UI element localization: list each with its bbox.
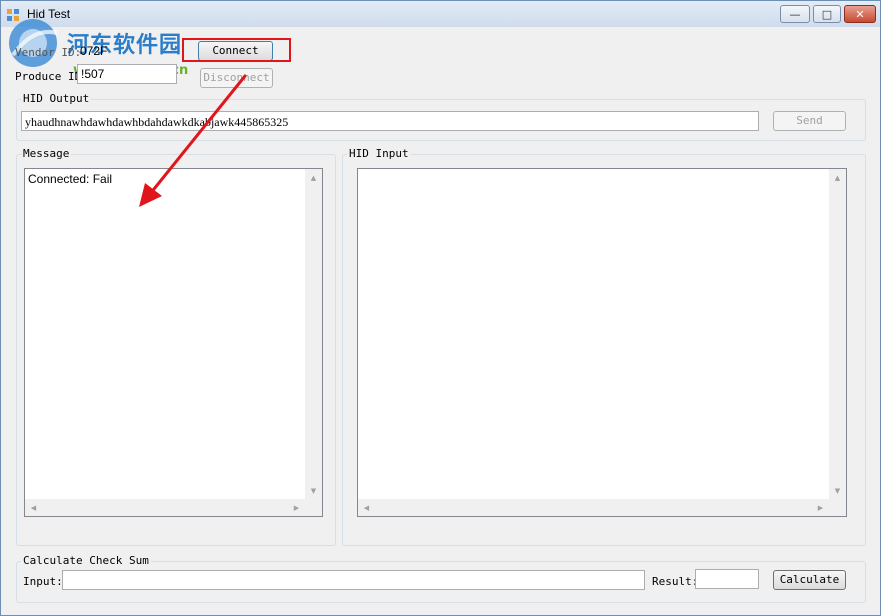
product-id-value: !507 bbox=[81, 67, 105, 81]
checksum-title: Calculate Check Sum bbox=[21, 554, 151, 567]
scroll-right-arrow-icon[interactable]: ▶ bbox=[812, 499, 829, 516]
app-icon bbox=[7, 9, 19, 21]
hid-input-title: HID Input bbox=[347, 147, 411, 160]
scroll-up-arrow-icon[interactable]: ▲ bbox=[829, 169, 846, 186]
message-vertical-scrollbar[interactable]: ▲ ▼ bbox=[305, 169, 322, 499]
scroll-down-arrow-icon[interactable]: ▼ bbox=[305, 482, 322, 499]
scroll-up-arrow-icon[interactable]: ▲ bbox=[305, 169, 322, 186]
vendor-id-value[interactable]: 072F bbox=[80, 44, 107, 58]
scroll-down-arrow-icon[interactable]: ▼ bbox=[829, 482, 846, 499]
scroll-right-arrow-icon[interactable]: ▶ bbox=[288, 499, 305, 516]
checksum-result-field[interactable] bbox=[695, 569, 759, 589]
hid-output-value: yhaudhnawhdawhdawhbdahdawkdkabjawk445865… bbox=[25, 115, 289, 129]
message-horizontal-scrollbar[interactable]: ◀ ▶ bbox=[25, 499, 305, 516]
message-textarea[interactable]: Connected: Fail ▲ ▼ ◀ ▶ bbox=[24, 168, 323, 517]
hid-input-horizontal-scrollbar[interactable]: ◀ ▶ bbox=[358, 499, 829, 516]
calculate-button[interactable]: Calculate bbox=[773, 570, 846, 590]
disconnect-button[interactable]: Disconnect bbox=[200, 68, 273, 88]
send-button[interactable]: Send bbox=[773, 111, 846, 131]
checksum-input-label: Input: bbox=[23, 575, 63, 588]
scroll-corner bbox=[305, 499, 322, 516]
hid-input-vertical-scrollbar[interactable]: ▲ ▼ bbox=[829, 169, 846, 499]
minimize-button[interactable]: — bbox=[780, 5, 810, 23]
checksum-input-field[interactable] bbox=[62, 570, 645, 590]
app-window: Hid Test — □ ✕ 河东软件园 www.pc0359.cn Vendo… bbox=[0, 0, 881, 616]
checksum-result-label: Result: bbox=[652, 575, 699, 588]
scroll-left-arrow-icon[interactable]: ◀ bbox=[25, 499, 42, 516]
vendor-id-label: Vendor ID: bbox=[15, 46, 82, 59]
scroll-left-arrow-icon[interactable]: ◀ bbox=[358, 499, 375, 516]
maximize-button[interactable]: □ bbox=[813, 5, 841, 23]
connect-button[interactable]: Connect bbox=[198, 41, 273, 61]
window-title: Hid Test bbox=[27, 7, 71, 21]
product-id-field[interactable]: !507 bbox=[77, 64, 177, 84]
message-text: Connected: Fail bbox=[28, 172, 113, 186]
hid-output-title: HID Output bbox=[21, 92, 92, 105]
scroll-corner bbox=[829, 499, 846, 516]
hid-output-field[interactable]: yhaudhnawhdawhdawhbdahdawkdkabjawk445865… bbox=[21, 111, 759, 131]
message-title: Message bbox=[21, 147, 72, 160]
title-bar[interactable]: Hid Test — □ ✕ bbox=[1, 1, 880, 27]
hid-input-textarea[interactable]: ▲ ▼ ◀ ▶ bbox=[357, 168, 847, 517]
close-button[interactable]: ✕ bbox=[844, 5, 876, 23]
